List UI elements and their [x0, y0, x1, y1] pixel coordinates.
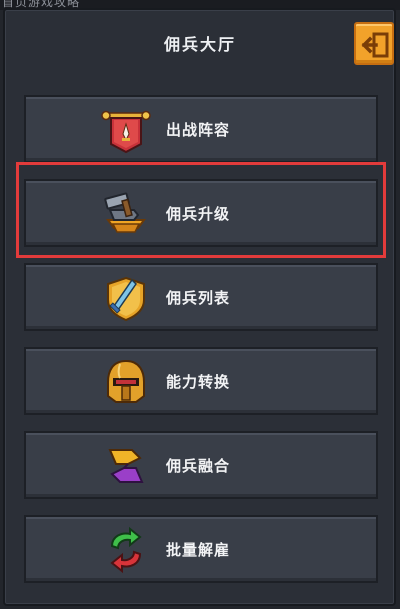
menu-button-batch-dismiss[interactable]: 批量解雇 — [24, 515, 378, 583]
menu-button-mercenary-upgrade[interactable]: 佣兵升级 — [24, 179, 378, 247]
menu-label: 出战阵容 — [166, 121, 231, 139]
merge-arrows-icon — [108, 449, 144, 483]
menu-label: 批量解雇 — [166, 541, 231, 559]
menu-label: 能力转换 — [166, 373, 231, 391]
back-button[interactable] — [354, 22, 394, 65]
page-title: 佣兵大厅 — [163, 35, 236, 54]
mercenary-hall-screen: 首页游戏攻略 佣兵大厅 出战阵容 佣兵升级 佣兵列表 能力转换 佣兵融合 批量解… — [0, 0, 400, 609]
menu-button-mercenary-list[interactable]: 佣兵列表 — [24, 263, 378, 331]
menu-button-battle-lineup[interactable]: 出战阵容 — [24, 95, 378, 163]
menu-label: 佣兵融合 — [166, 457, 231, 475]
menu-label: 佣兵升级 — [166, 205, 231, 223]
helmet-icon — [107, 359, 145, 403]
recycle-arrows-icon — [110, 526, 142, 574]
sword-shield-icon — [107, 276, 145, 322]
menu-button-mercenary-fusion[interactable]: 佣兵融合 — [24, 431, 378, 499]
menu-button-ability-conversion[interactable]: 能力转换 — [24, 347, 378, 415]
back-arrow-icon — [361, 32, 389, 58]
banner-icon — [101, 110, 151, 154]
anvil-hammer-icon — [104, 192, 146, 233]
menu-label: 佣兵列表 — [166, 289, 231, 307]
